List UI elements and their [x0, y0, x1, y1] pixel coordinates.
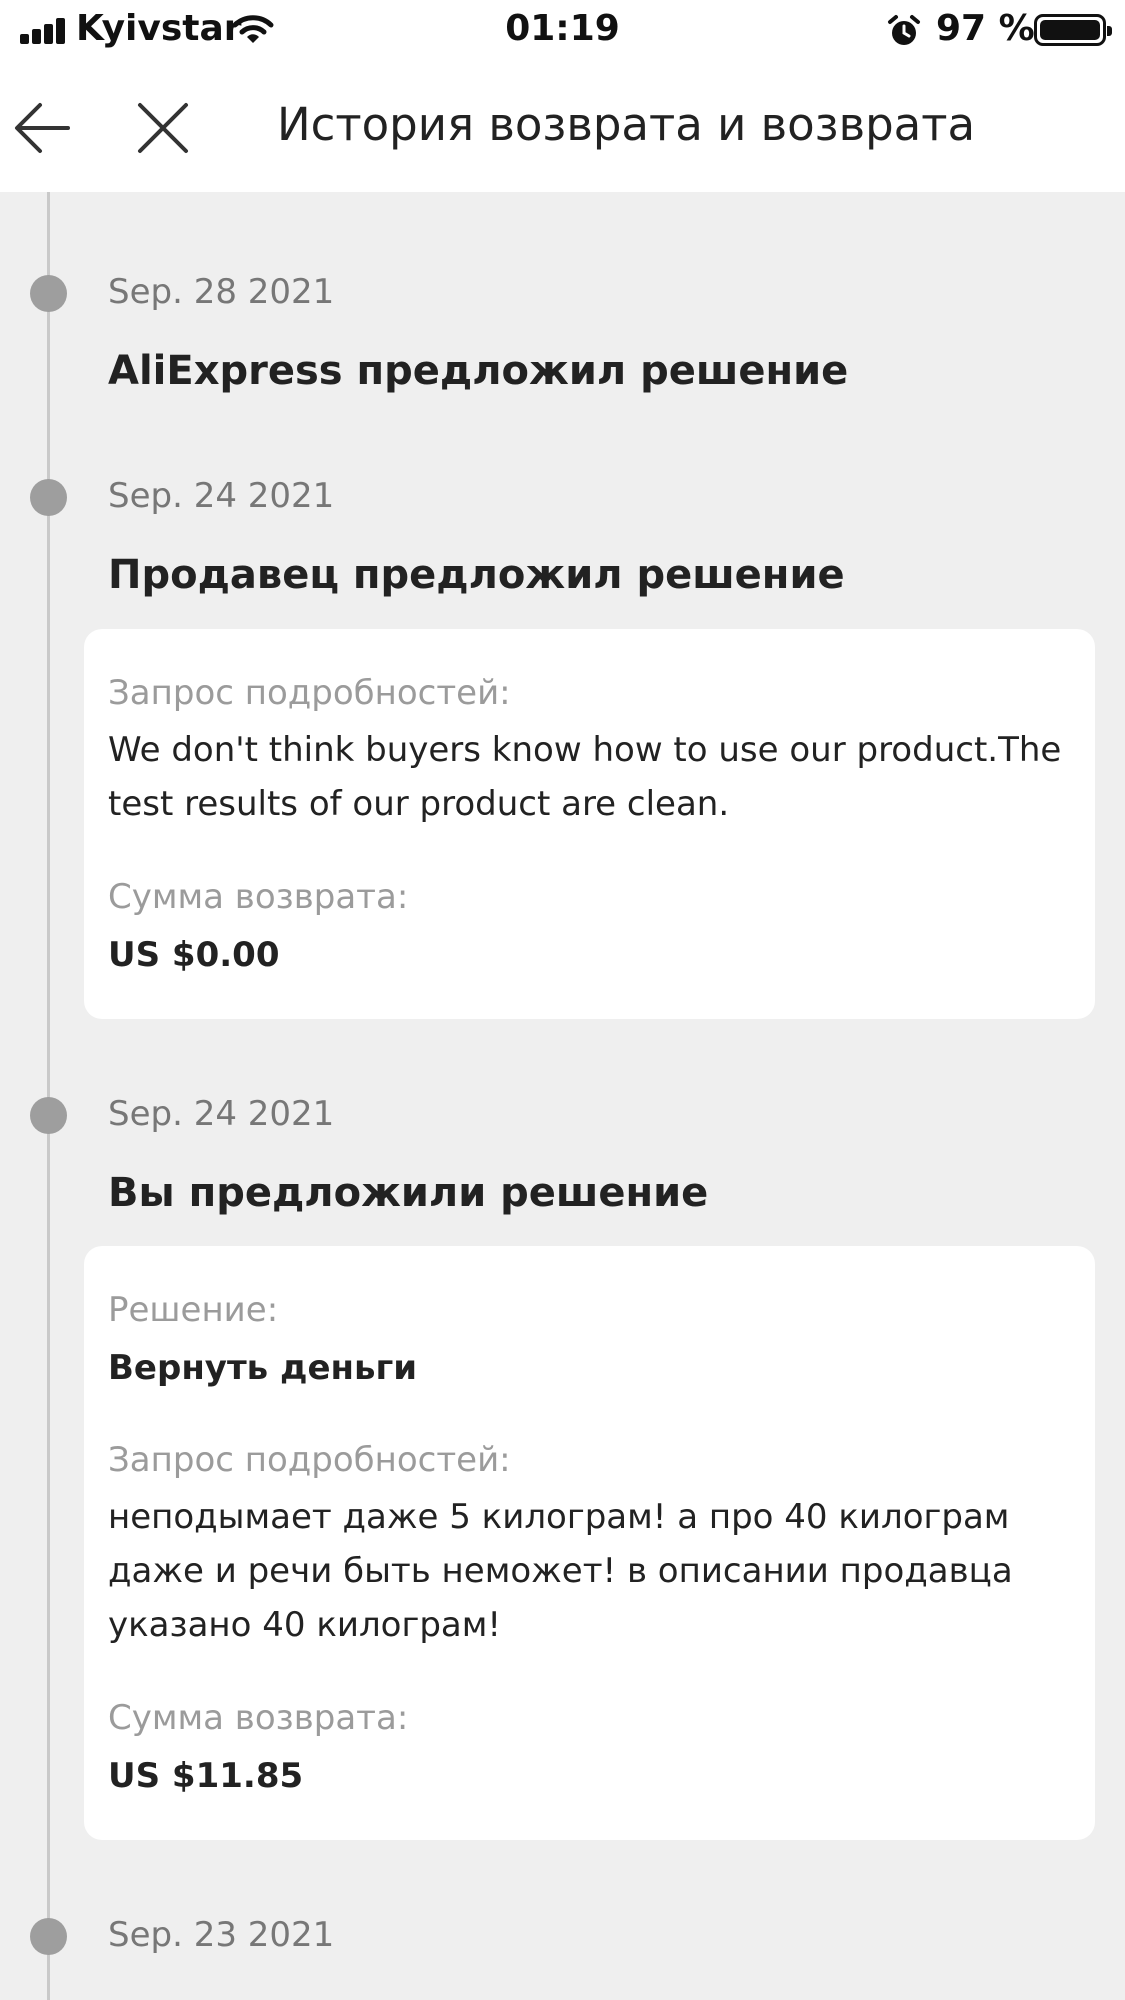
refund-amount-value: US $0.00 [108, 935, 280, 975]
timeline-dot [30, 479, 67, 516]
resolution-card: Запрос подробностей: We don't think buye… [84, 629, 1095, 1019]
details-text-line: даже и речи быть неможет! в описании про… [108, 1551, 1013, 1591]
event-title: AliExpress предложил решение [108, 348, 849, 394]
details-label: Запрос подробностей: [108, 673, 511, 713]
arrow-left-icon [15, 103, 70, 153]
solution-value: Вернуть деньги [108, 1348, 418, 1388]
timeline-line [47, 190, 50, 2000]
close-icon [138, 103, 188, 153]
event-date: Sep. 24 2021 [108, 1094, 335, 1134]
event-date: Sep. 28 2021 [108, 272, 335, 312]
timeline-dot [30, 1918, 67, 1955]
details-text-line: указано 40 килограм! [108, 1605, 502, 1645]
event-date: Sep. 24 2021 [108, 476, 335, 516]
details-text-line: test results of our product are clean. [108, 784, 730, 824]
refund-amount-value: US $11.85 [108, 1756, 304, 1796]
details-label: Запрос подробностей: [108, 1440, 511, 1480]
details-text-line: We don't think buyers know how to use ou… [108, 730, 1062, 770]
battery-percent: 97 % [936, 8, 1035, 49]
solution-label: Решение: [108, 1290, 279, 1330]
refund-amount-label: Сумма возврата: [108, 877, 409, 917]
status-bar: Kyivstar 01:19 97 % [0, 0, 1125, 62]
navigation-header: История возврата и возврата [0, 62, 1125, 192]
page-title: История возврата и возврата [277, 98, 976, 151]
timeline-dot [30, 1097, 67, 1134]
resolution-card: Решение: Вернуть деньги Запрос подробнос… [84, 1246, 1095, 1840]
battery-icon [1034, 14, 1112, 46]
event-title: Продавец предложил решение [108, 552, 845, 598]
event-date: Sep. 23 2021 [108, 1915, 335, 1955]
alarm-icon [888, 15, 920, 45]
refund-amount-label: Сумма возврата: [108, 1698, 409, 1738]
timeline-dot [30, 275, 67, 312]
details-text-line: неподымает даже 5 килограм! а про 40 кил… [108, 1497, 1010, 1537]
back-button[interactable] [12, 98, 72, 158]
event-title: Вы предложили решение [108, 1170, 709, 1216]
close-button[interactable] [133, 98, 193, 158]
